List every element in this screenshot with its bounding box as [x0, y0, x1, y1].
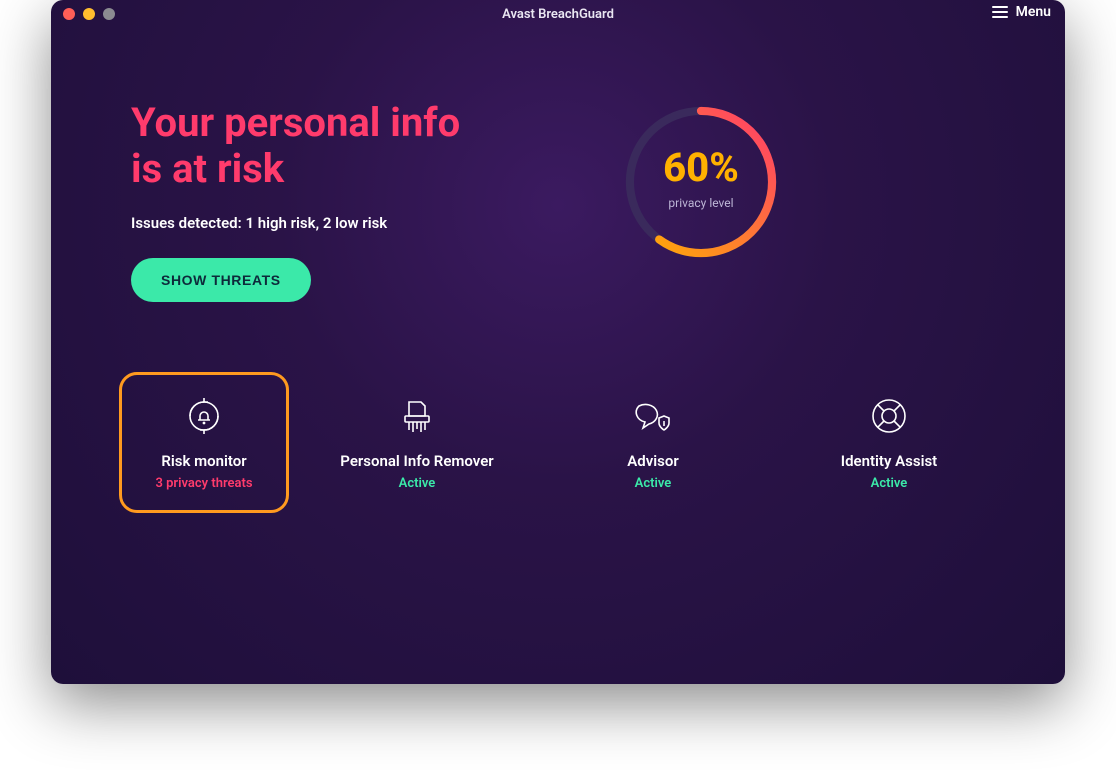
- hero-title-line2: is at risk: [131, 145, 284, 192]
- show-threats-button[interactable]: SHOW THREATS: [131, 258, 311, 302]
- tile-status: Active: [791, 476, 987, 491]
- lifebuoy-icon: [791, 394, 987, 438]
- window-controls: [63, 8, 115, 20]
- hero-subtitle: Issues detected: 1 high risk, 2 low risk: [131, 214, 551, 232]
- zoom-window-button[interactable]: [103, 8, 115, 20]
- menu-label: Menu: [1016, 4, 1051, 20]
- feature-tiles: Risk monitor 3 privacy threats Personal …: [51, 302, 1065, 513]
- titlebar: Avast BreachGuard Menu: [51, 0, 1065, 28]
- tile-title: Risk monitor: [129, 452, 279, 470]
- window-title: Avast BreachGuard: [51, 7, 1065, 22]
- close-window-button[interactable]: [63, 8, 75, 20]
- gauge-label: privacy level: [619, 196, 783, 210]
- privacy-gauge: 60% privacy level: [591, 100, 811, 264]
- hero-section: Your personal info is at risk Issues det…: [51, 28, 1065, 302]
- app-window: Avast BreachGuard Menu Your personal inf…: [51, 0, 1065, 684]
- hero-title: Your personal info is at risk: [131, 100, 551, 192]
- tile-status: Active: [319, 476, 515, 491]
- tile-status: Active: [555, 476, 751, 491]
- menu-button[interactable]: Menu: [992, 4, 1051, 20]
- tile-advisor[interactable]: Advisor Active: [545, 372, 761, 513]
- tile-title: Advisor: [555, 452, 751, 470]
- hamburger-icon: [992, 6, 1008, 18]
- tile-status: 3 privacy threats: [129, 476, 279, 491]
- hero-title-line1: Your personal info: [131, 99, 460, 146]
- tile-personal-info-remover[interactable]: Personal Info Remover Active: [309, 372, 525, 513]
- minimize-window-button[interactable]: [83, 8, 95, 20]
- tile-risk-monitor[interactable]: Risk monitor 3 privacy threats: [119, 372, 289, 513]
- gauge-value: 60%: [619, 144, 783, 191]
- shredder-icon: [319, 394, 515, 438]
- refresh-bell-icon: [129, 394, 279, 438]
- tile-identity-assist[interactable]: Identity Assist Active: [781, 372, 997, 513]
- tile-title: Identity Assist: [791, 452, 987, 470]
- tile-title: Personal Info Remover: [319, 452, 515, 470]
- hero-text: Your personal info is at risk Issues det…: [131, 100, 551, 302]
- chat-shield-icon: [555, 394, 751, 438]
